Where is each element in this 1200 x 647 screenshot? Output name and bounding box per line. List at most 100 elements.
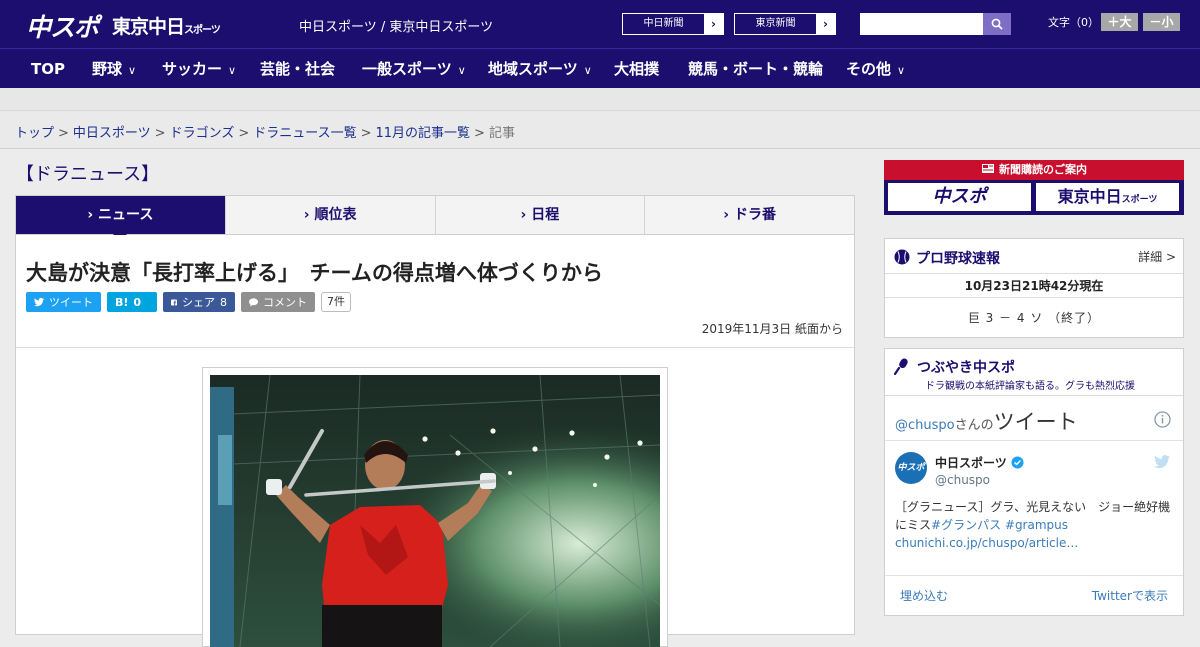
tweet-user-name[interactable]: 中日スポーツ: [935, 454, 1007, 471]
tokyo-shimbun-link[interactable]: 東京新聞 ›: [734, 13, 836, 35]
tweet-hashtags[interactable]: #グランパス #grampus: [931, 518, 1068, 532]
nav-soccer[interactable]: サッカー ∨: [162, 49, 236, 89]
nav-entertainment[interactable]: 芸能・社会: [260, 49, 335, 89]
site-name[interactable]: 中日スポーツ / 東京中日スポーツ: [299, 16, 493, 35]
pro-baseball-panel: プロ野球速報 詳細 > 10月23日21時42分現在 巨 3 － 4 ソ （終了…: [884, 238, 1184, 338]
game-score[interactable]: 巨 3 － 4 ソ （終了）: [885, 298, 1183, 338]
facebook-count: 8: [220, 295, 227, 309]
search-input[interactable]: [860, 13, 983, 35]
embed-link[interactable]: 埋め込む: [900, 587, 948, 604]
twitter-bird-icon: [34, 297, 44, 307]
nav-label: 野球: [92, 60, 123, 78]
news-tabs: › ニュース › 順位表 › 日程 › ドラ番: [15, 195, 855, 241]
tweet-link[interactable]: chunichi.co.jp/chuspo/article…: [895, 536, 1078, 550]
hatena-bookmark-button[interactable]: B! 0: [107, 292, 157, 312]
twitter-bird-icon: [1154, 455, 1170, 468]
subscription-ad[interactable]: 新聞購読のご案内 中スポ 東京中日スポーツ: [884, 160, 1184, 215]
article-photo-batting-practice[interactable]: [210, 375, 660, 647]
search-button[interactable]: [983, 13, 1011, 35]
nav-general-sports[interactable]: 一般スポーツ ∨: [362, 49, 466, 89]
chunichi-shimbun-link[interactable]: 中日新聞 ›: [622, 13, 724, 35]
pro-baseball-header: プロ野球速報 詳細 >: [885, 239, 1183, 274]
avatar[interactable]: 中スポ: [895, 452, 927, 484]
share-buttons: ツイート B! 0 シェア 8 コメント 7件: [26, 292, 351, 312]
pro-baseball-detail-link[interactable]: 詳細 >: [1138, 248, 1176, 265]
hatena-count: 0: [133, 295, 142, 309]
facebook-share-button[interactable]: シェア 8: [163, 292, 235, 312]
microphone-icon: [894, 358, 908, 375]
baseball-icon: [894, 249, 910, 265]
font-larger-button[interactable]: ＋大: [1101, 13, 1138, 31]
nav-top[interactable]: TOP: [31, 49, 65, 89]
tab-dora-ban[interactable]: › ドラ番: [644, 196, 854, 234]
tab-label: ドラ番: [733, 207, 776, 223]
tab-news[interactable]: › ニュース: [16, 196, 225, 241]
top-bar: 中スポ 東京中日スポーツ 中日スポーツ / 東京中日スポーツ 中日新聞 › 東京…: [0, 0, 1200, 48]
timeline-title[interactable]: @chuspoさんのツイート: [895, 406, 1078, 436]
font-smaller-button[interactable]: －小: [1143, 13, 1180, 31]
verified-badge-icon: [1011, 456, 1024, 469]
timeline-handle: @chuspo: [895, 418, 955, 433]
timeline-tweet-word: ツイート: [993, 410, 1078, 434]
tab-label: ニュース: [98, 207, 154, 223]
tweet-user-handle[interactable]: @chuspo: [935, 473, 990, 487]
chevron-right-icon: ›: [520, 207, 532, 223]
ad-chuspo-logo[interactable]: 中スポ: [888, 183, 1031, 211]
nav-label: 地域スポーツ: [488, 60, 578, 78]
breadcrumb-chunichi-sports[interactable]: 中日スポーツ: [73, 126, 151, 141]
nav-label: 競馬・ボート・競輪: [688, 60, 824, 78]
ad-tokyo-logo[interactable]: 東京中日スポーツ: [1036, 183, 1179, 211]
nav-label: 芸能・社会: [260, 60, 336, 78]
chevron-right-icon: ›: [87, 207, 99, 223]
nav-label: 一般スポーツ: [362, 60, 452, 78]
chevron-right-icon: ›: [723, 207, 734, 223]
section-title: 【ドラニュース】: [16, 164, 160, 185]
tab-standings[interactable]: › 順位表: [224, 196, 435, 234]
sub-bar: [0, 88, 1200, 110]
tokyo-shimbun-label: 東京新聞: [755, 18, 796, 29]
tweet-item[interactable]: 中スポ 中日スポーツ @chuspo ［グラニュース］グラ、光見えない ジョー絶…: [885, 442, 1183, 576]
tsubuyaki-title: つぶやき中スポ: [917, 360, 1015, 376]
chevron-right-icon: ›: [816, 14, 835, 34]
nav-others[interactable]: その他 ∨: [846, 49, 905, 89]
view-on-twitter-link[interactable]: Twitterで表示: [1092, 587, 1168, 604]
chevron-down-icon: ∨: [128, 64, 137, 77]
breadcrumb-current: 記事: [488, 126, 515, 141]
subscription-ad-label: 新聞購読のご案内: [999, 163, 1087, 176]
comment-count[interactable]: 7件: [321, 292, 351, 312]
chevron-down-icon: ∨: [583, 64, 592, 77]
tweet-label: ツイート: [49, 296, 93, 309]
tweet-button[interactable]: ツイート: [26, 292, 101, 312]
breadcrumb-dragons[interactable]: ドラゴンズ: [170, 126, 235, 141]
tab-schedule[interactable]: › 日程: [434, 196, 645, 234]
twitter-timeline-header: @chuspoさんのツイート: [885, 396, 1183, 441]
nav-sumo[interactable]: 大相撲: [614, 49, 659, 89]
article-title: 大島が決意「長打率上げる」 チームの得点増へ体づくりから: [26, 261, 603, 285]
chevron-down-icon: ∨: [228, 64, 237, 77]
nav-label: その他: [846, 60, 892, 78]
tokyo-logo-main: 東京中日: [112, 16, 185, 38]
breadcrumb-dora-news-list[interactable]: ドラニュース一覧: [253, 126, 356, 141]
comment-button[interactable]: コメント: [241, 292, 315, 312]
breadcrumb-separator: >: [154, 126, 166, 141]
tokyo-chunichi-logo[interactable]: 東京中日スポーツ: [112, 12, 221, 39]
chuspo-logo[interactable]: 中スポ: [26, 8, 99, 44]
nav-baseball[interactable]: 野球 ∨: [92, 49, 136, 89]
nav-racing[interactable]: 競馬・ボート・競輪: [688, 49, 823, 89]
breadcrumb-november-list[interactable]: 11月の記事一覧: [376, 126, 471, 141]
chevron-down-icon: ∨: [457, 64, 466, 77]
nav-label: 大相撲: [614, 60, 660, 78]
breadcrumb-separator: >: [58, 126, 69, 141]
nav-regional-sports[interactable]: 地域スポーツ ∨: [488, 49, 592, 89]
search-icon: [991, 18, 1003, 30]
info-icon[interactable]: [1154, 411, 1171, 428]
breadcrumb-top[interactable]: トップ: [15, 126, 54, 141]
chevron-down-icon: ∨: [897, 64, 906, 77]
tab-label: 日程: [531, 207, 560, 223]
ad-tokyo-logo-main: 東京中日: [1057, 187, 1122, 206]
tsubuyaki-subtitle: ドラ観戦の本紙評論家も語る。グラも熱烈応援: [925, 381, 1135, 392]
newspaper-icon: [981, 163, 995, 174]
breadcrumb-separator: >: [360, 126, 372, 141]
nav-label: TOP: [31, 60, 65, 78]
tsubuyaki-header: つぶやき中スポ ドラ観戦の本紙評論家も語る。グラも熱烈応援: [885, 349, 1183, 396]
